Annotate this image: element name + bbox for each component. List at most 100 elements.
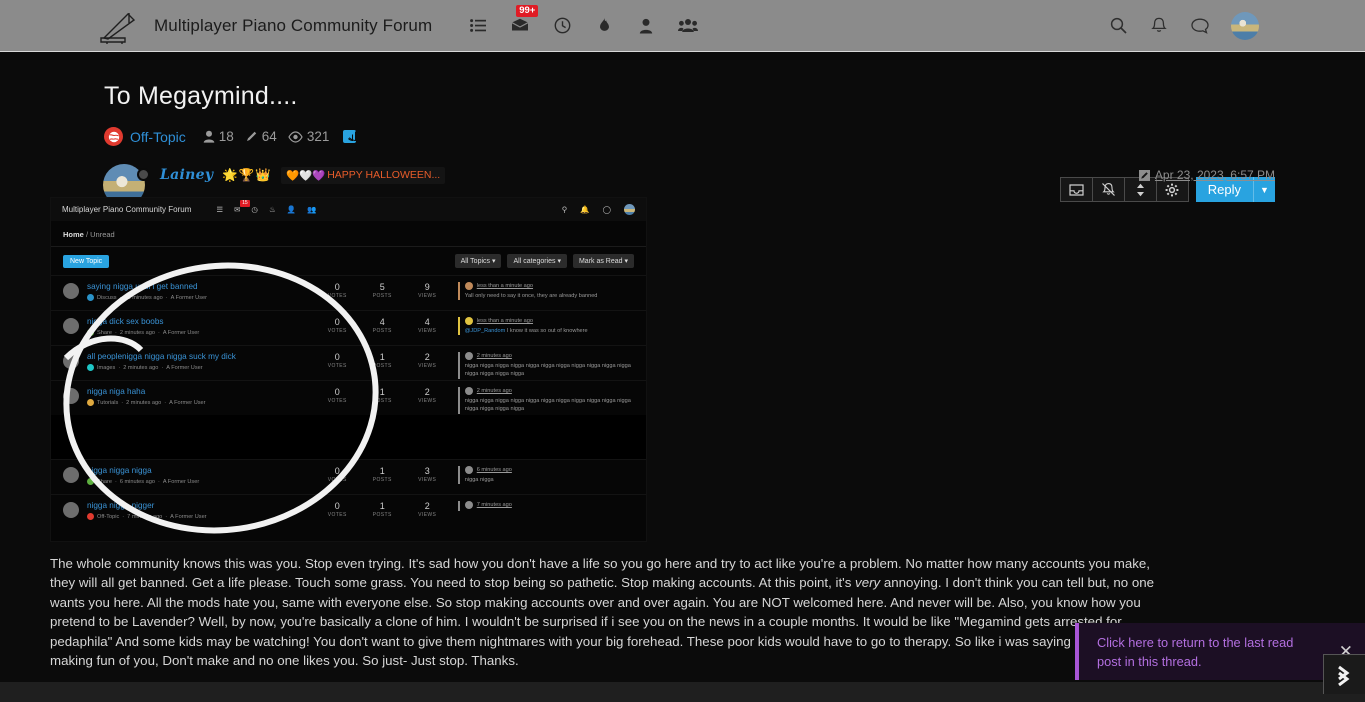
embed-row-sub: Off-Topic · 7 minutes ago · A Former User: [87, 513, 309, 520]
stat-posters: 18: [203, 129, 234, 144]
stat-views: 321: [288, 129, 329, 144]
brand-title[interactable]: Multiplayer Piano Community Forum: [154, 16, 432, 36]
category-link[interactable]: Off-Topic: [130, 129, 186, 145]
embed-views-label: VIEWS: [418, 363, 437, 369]
user-icon[interactable]: [636, 16, 656, 36]
embed-votes-value: 0: [334, 352, 340, 362]
embed-topic-row[interactable]: all peoplenigga nigga nigga suck my dick…: [51, 345, 646, 380]
embed-views-value: 9: [424, 282, 430, 292]
list-icon[interactable]: [468, 16, 488, 36]
topic-header: To Megaymind.... Off-Topic 18 64 321: [0, 52, 1365, 146]
embed-row-main: nigga niga haha Tutorials · 2 minutes ago · A…: [87, 387, 309, 406]
embed-reply-avatar: [464, 387, 473, 395]
navbar-user-avatar[interactable]: [1231, 11, 1259, 40]
embed-row-time: 7 minutes ago: [127, 513, 163, 520]
embed-row-dot2: ·: [157, 478, 160, 485]
embed-topic-row[interactable]: saying nigga until i get banned Discuss · 1…: [51, 275, 646, 310]
embed-row-dot1: ·: [114, 329, 117, 336]
embed-mark-read: Mark as Read ▾: [572, 254, 634, 268]
embed-row-dot1: ·: [122, 513, 125, 520]
embed-nav-icons: ☰ ✉ 15 ◷ ♨ 👤 👥: [216, 200, 317, 214]
groups-icon[interactable]: [678, 16, 699, 36]
embed-row-reply: 2 minutes ago nigga nigga nigga nigga nig…: [457, 352, 634, 379]
user-title-hearts: 🧡🤍💜: [285, 169, 326, 182]
embed-row-title[interactable]: nigga nigga nigger: [87, 501, 309, 510]
last-read-toast[interactable]: Click here to return to the last read po…: [1075, 623, 1365, 680]
embed-row-reply: 6 minutes ago nigga nigga: [457, 466, 634, 485]
embed-row-views: 3 VIEWS: [405, 466, 450, 483]
embed-row-votes: 0 VOTES: [315, 352, 360, 369]
embed-inbox-icon: ✉ 15: [234, 200, 250, 214]
embed-row-counts: 0 VOTES 1 POSTS 2 VIEWS: [315, 501, 450, 518]
status-badge: [137, 168, 150, 181]
embed-votes-value: 0: [334, 282, 340, 292]
embed-row-title[interactable]: nigga dick sex boobs: [87, 317, 309, 326]
embed-redacted-row: [51, 415, 646, 459]
embed-topic-row[interactable]: nigga nigga nigga Share · 6 minutes ago · A F…: [51, 459, 646, 494]
embed-new-topic-button: New Topic: [63, 254, 110, 268]
embed-row-title[interactable]: nigga niga haha: [87, 387, 309, 396]
embed-breadcrumb: Home / Unread: [51, 221, 646, 246]
embed-row-title[interactable]: nigga nigga nigga: [87, 466, 309, 475]
post-username[interactable]: Lainey: [160, 167, 213, 183]
embed-row-avatar: [63, 467, 79, 483]
piano-logo-icon[interactable]: [98, 8, 140, 44]
post-timestamp[interactable]: Apr 23, 2023, 6:57 PM: [1138, 168, 1275, 182]
embed-list-icon: ☰: [216, 205, 224, 214]
embed-row-posts: 4 POSTS: [360, 317, 405, 334]
double-chevron-down-icon[interactable]: [1323, 654, 1365, 694]
popular-flame-icon[interactable]: [594, 16, 614, 36]
search-icon[interactable]: [1108, 16, 1128, 36]
embed-row-time: 2 minutes ago: [123, 364, 159, 371]
topic-meta: Off-Topic 18 64 321: [104, 127, 1365, 146]
rss-icon[interactable]: [343, 130, 357, 143]
embed-filter-topics: All Topics ▾: [454, 254, 502, 268]
embed-row-title[interactable]: all peoplenigga nigga nigga suck my dick: [87, 352, 309, 361]
post-date-text[interactable]: Apr 23, 2023, 6:57 PM: [1155, 168, 1275, 182]
embed-reply-head: 2 minutes ago: [464, 352, 634, 360]
user-title-text: HAPPY HALLOWEEN...: [327, 169, 441, 181]
embed-reply-avatar: [464, 501, 473, 509]
embed-row-posts: 1 POSTS: [360, 352, 405, 369]
stat-posts: 64: [245, 129, 277, 144]
embed-row-votes: 0 VOTES: [315, 317, 360, 334]
recent-clock-icon[interactable]: [552, 16, 572, 36]
embed-reply-time: less than a minute ago: [476, 318, 534, 324]
embed-topic-row[interactable]: nigga nigga nigger Off-Topic · 7 minutes ag…: [51, 494, 646, 529]
embed-row-views: 9 VIEWS: [405, 282, 450, 299]
notifications-bell-icon[interactable]: [1149, 16, 1169, 36]
embed-filters: All Topics ▾ All categories ▾ Mark as Re…: [454, 254, 634, 268]
embed-row-category-icon: [87, 399, 94, 406]
posts-pencil-icon: [246, 131, 256, 141]
post-text: The whole community knows this was you. …: [50, 554, 1170, 670]
embed-breadcrumb-sep: /: [85, 230, 89, 239]
embed-row-dot1: ·: [121, 399, 124, 406]
embed-row-votes: 0 VOTES: [315, 466, 360, 483]
embed-votes-label: VOTES: [327, 398, 347, 404]
toast-message: Click here to return to the last read po…: [1097, 634, 1294, 669]
user-title-badge: 🧡🤍💜 HAPPY HALLOWEEN...: [280, 166, 446, 184]
embed-row-category: Off-Topic: [97, 513, 120, 520]
embed-breadcrumb-current: Unread: [90, 230, 115, 239]
embed-topic-row[interactable]: nigga dick sex boobs Share · 2 minutes ago ·…: [51, 310, 646, 345]
embed-reply-head: 7 minutes ago: [464, 501, 634, 509]
category-globe-icon[interactable]: [104, 127, 123, 146]
embed-reply-avatar: [464, 466, 473, 474]
embed-row-category: Share: [97, 478, 112, 485]
embed-groups-icon: 👥: [307, 205, 317, 214]
embed-row-title[interactable]: saying nigga until i get banned: [87, 282, 309, 291]
embed-posts-label: POSTS: [372, 363, 392, 369]
embedded-screenshot[interactable]: Multiplayer Piano Community Forum ☰ ✉ 15…: [50, 197, 647, 542]
embed-topic-row[interactable]: nigga niga haha Tutorials · 2 minutes ago · A…: [51, 380, 646, 415]
unread-inbox-icon[interactable]: 99+: [510, 4, 539, 36]
embed-row-counts: 0 VOTES 5 POSTS 9 VIEWS: [315, 282, 450, 299]
top-navbar: Multiplayer Piano Community Forum 99+: [0, 0, 1365, 52]
bottom-strip: [0, 682, 1365, 702]
posters-count: 18: [218, 129, 234, 144]
embed-reply-time: 7 minutes ago: [476, 502, 512, 508]
chat-icon[interactable]: [1190, 16, 1210, 36]
embed-posts-value: 5: [379, 282, 385, 292]
embed-row-avatar: [63, 283, 79, 299]
embed-row-counts: 0 VOTES 1 POSTS 2 VIEWS: [315, 387, 450, 404]
embed-brand: Multiplayer Piano Community Forum: [62, 205, 192, 214]
